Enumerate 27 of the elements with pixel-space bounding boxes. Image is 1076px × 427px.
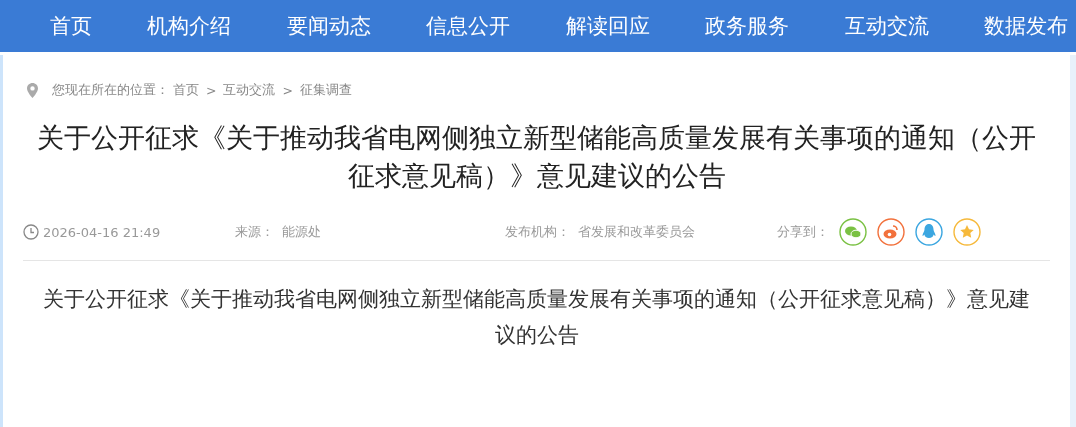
chat-bubbles-icon[interactable] [839,218,867,246]
nav-link[interactable]: 机构介绍 [147,12,232,40]
publisher-label: 发布机构： [505,223,570,241]
breadcrumb-separator: > [282,83,293,98]
clock-icon [23,224,39,240]
nav-link[interactable]: 数据发布 [983,12,1068,40]
source-label: 来源： [235,223,274,241]
breadcrumb-link[interactable]: 征集调查 [299,82,352,99]
source-value: 能源处 [282,223,321,241]
nav-link[interactable]: 要闻动态 [286,12,371,40]
article-body-heading: 关于公开征求《关于推动我省电网侧独立新型储能高质量发展有关事项的通知（公开征求意见稿）》意见建议的公告 [42,286,1031,349]
nav-link[interactable]: 解读回应 [565,12,650,40]
publish-date: 2026-04-16 21:49 [43,224,161,240]
breadcrumb-link[interactable]: 首页 [173,82,199,99]
breadcrumb-separator: > [206,83,217,98]
article-title: 关于公开征求《关于推动我省电网侧独立新型储能高质量发展有关事项的通知（公开征求意见稿）》意见建议的公告 [36,121,1037,193]
nav-link[interactable]: 政务服务 [705,12,790,40]
eye-swirl-icon[interactable] [877,218,905,246]
nav-link[interactable]: 互动交流 [844,12,929,40]
nav-link[interactable]: 信息公开 [426,12,511,40]
share-label: 分享到： [777,223,829,241]
publisher-value: 省发展和改革委员会 [578,223,695,241]
breadcrumb-link[interactable]: 互动交流 [223,82,276,99]
location-pin-icon [27,83,38,98]
breadcrumb-label: 您现在所在的位置： [52,82,169,99]
nav-link[interactable]: 首页 [50,12,92,40]
penguin-icon[interactable] [915,218,943,246]
